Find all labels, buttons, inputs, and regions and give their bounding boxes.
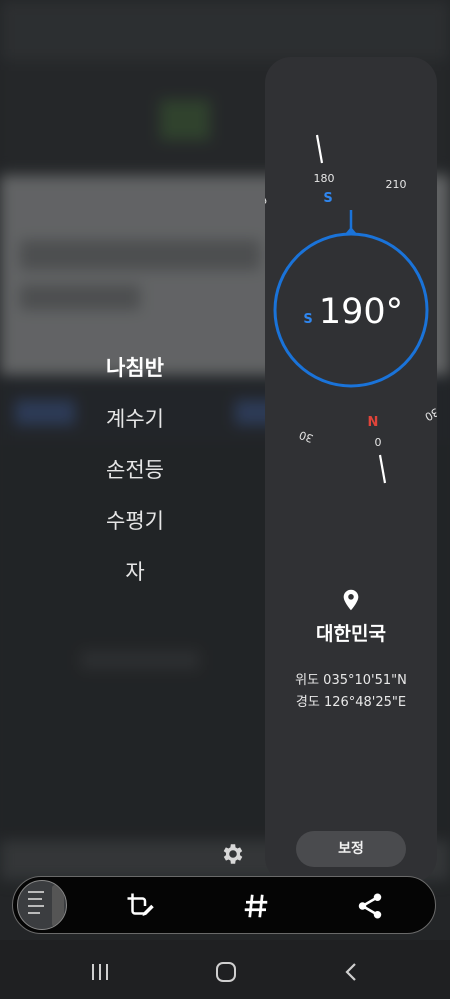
north-needle (378, 454, 387, 484)
navigation-bar (0, 940, 450, 999)
screen: 나침반 계수기 손전등 수평기 자 180 210 150 S S 190° N… (0, 0, 450, 999)
tool-menu: 나침반 계수기 손전등 수평기 자 (60, 348, 210, 603)
menu-item-compass[interactable]: 나침반 (60, 348, 210, 399)
latitude-text: 위도 035°10'51"N (295, 673, 407, 688)
dial-label-0: 0 (375, 435, 382, 448)
screenshot-thumbnail[interactable] (17, 880, 67, 930)
thumb-panel (52, 885, 64, 927)
heading-needle-top (315, 134, 324, 164)
menu-item-counter[interactable]: 계수기 (60, 399, 210, 450)
thumb-line (28, 898, 42, 900)
longitude-text: 경도 126°48'25"E (295, 695, 407, 710)
heading-direction: S (303, 312, 312, 327)
heading-degrees: 190° (319, 292, 403, 332)
dial-label-330: 330 (422, 402, 437, 424)
screenshot-toolbar (12, 876, 436, 934)
dial-label-210: 210 (386, 178, 407, 191)
gear-icon[interactable] (220, 841, 246, 867)
menu-item-ruler[interactable]: 자 (60, 552, 210, 603)
country-name: 대한민국 (316, 623, 386, 645)
dial-label-30: 30 (297, 428, 315, 445)
dial-label-south: S (323, 191, 332, 206)
back-icon[interactable] (340, 960, 364, 984)
thumb-line (28, 905, 44, 907)
dial-label-150: 150 (265, 193, 270, 215)
recents-icon[interactable] (88, 960, 112, 984)
share-icon[interactable] (355, 891, 385, 921)
compass-panel: 180 210 150 S S 190° N 0 30 330 대한민국 위도 … (265, 57, 437, 883)
thumb-line (28, 891, 44, 893)
dial-label-north: N (368, 415, 379, 430)
compass-dial: 180 210 150 S S 190° N 0 30 330 (265, 134, 437, 484)
hashtag-icon[interactable] (241, 891, 271, 921)
home-icon[interactable] (214, 960, 238, 984)
menu-item-flashlight[interactable]: 손전등 (60, 450, 210, 501)
menu-item-level[interactable]: 수평기 (60, 501, 210, 552)
thumb-line (28, 912, 40, 914)
calibrate-button[interactable]: 보정 (296, 831, 406, 867)
heading-marker-tip (345, 227, 357, 234)
crop-edit-icon[interactable] (125, 891, 155, 921)
location-pin-icon (343, 589, 359, 611)
dial-label-180: 180 (314, 172, 335, 185)
